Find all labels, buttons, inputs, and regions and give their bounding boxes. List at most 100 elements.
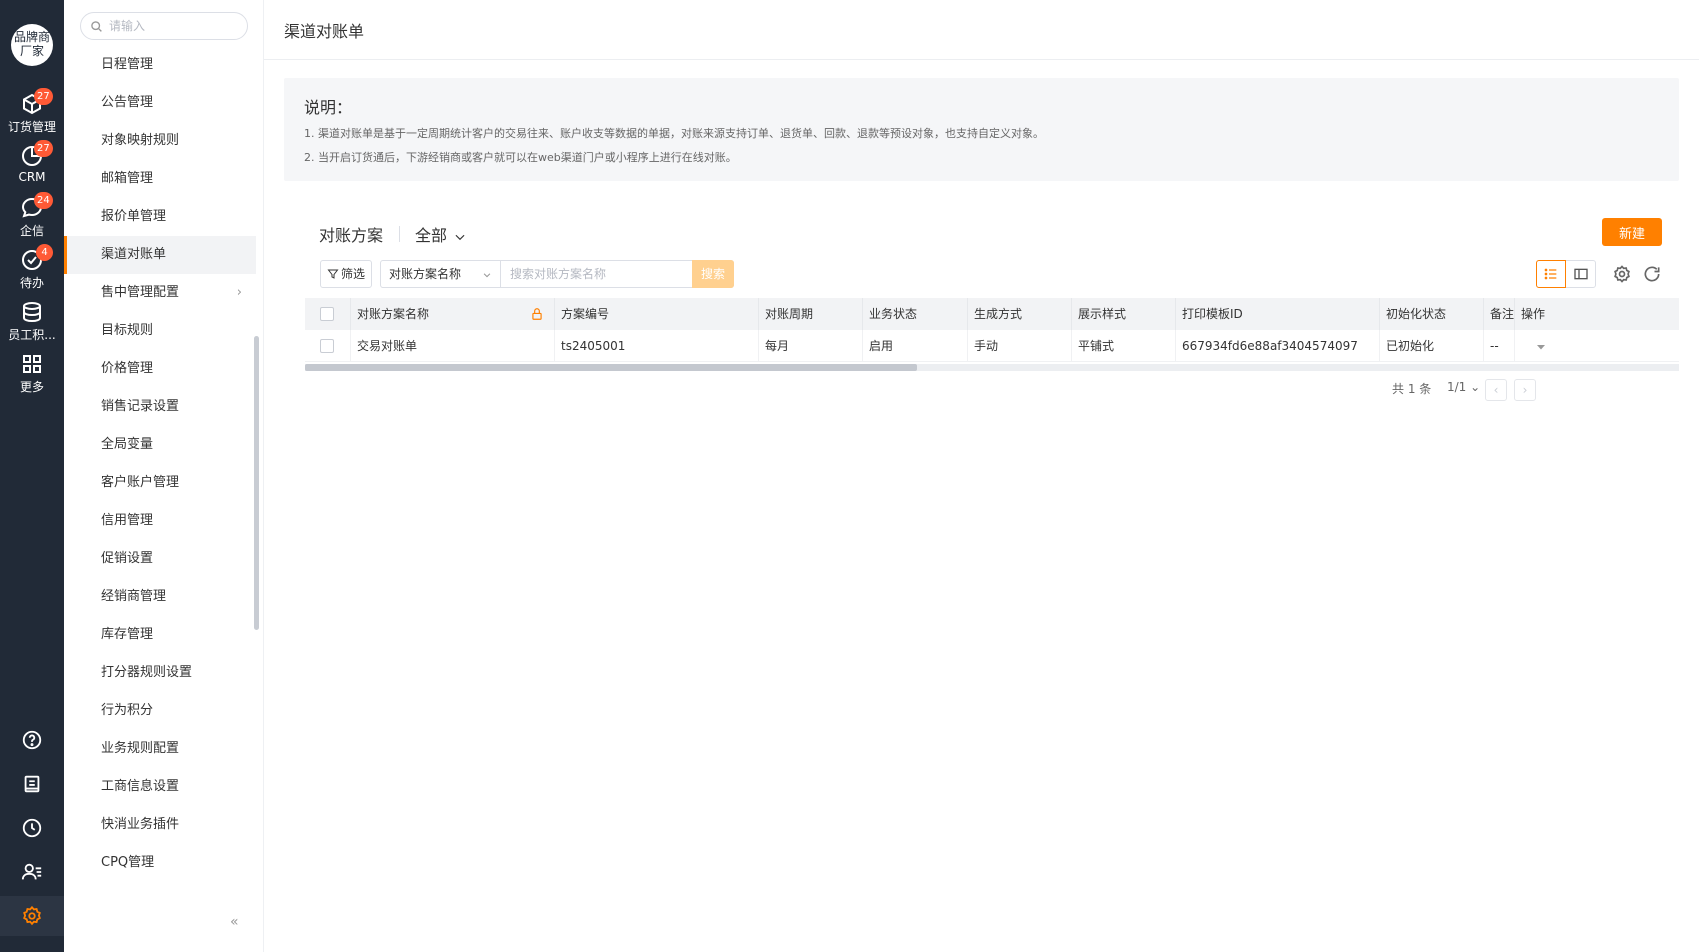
next-page-button[interactable]: › [1514,379,1536,401]
menu-item-behavior-points[interactable]: 行为积分 [64,692,256,730]
pager-total: 共 1 条 [1392,382,1432,396]
prev-page-button[interactable]: ‹ [1485,379,1507,401]
menu-item-label: 目标规则 [101,323,154,338]
column-header[interactable]: 备注 [1484,298,1515,330]
view-toggle [1536,260,1596,288]
note-title: 说明： [304,98,353,117]
column-header[interactable]: 对账方案名称 [351,298,555,330]
column-header[interactable]: 初始化状态 [1380,298,1484,330]
list-view-button[interactable] [1536,260,1566,288]
menu-scrollbar[interactable] [254,336,259,630]
rail-label-crm: CRM [18,170,46,184]
divider [264,59,1699,60]
filter-label: 筛选 [340,267,365,281]
column-header-label: 对账方案名称 [357,307,430,321]
message-badge: 24 [34,192,53,209]
brand-logo[interactable]: 品牌商 厂家 [11,24,53,66]
column-header[interactable]: 业务状态 [863,298,968,330]
rail-item-more[interactable]: 更多 [0,352,64,395]
section-title: 对账方案 [319,226,384,245]
rail-item-crm[interactable]: 27 CRM [0,140,64,184]
rail-item-points[interactable]: 员工积... [0,300,64,343]
menu-item-promotion[interactable]: 促销设置 [64,540,256,578]
select-all-checkbox[interactable] [320,307,334,321]
caret-down-icon[interactable] [1535,341,1547,353]
collapse-menu-icon[interactable]: « [230,914,239,930]
contacts-button[interactable] [0,852,64,892]
filter-icon [327,269,339,279]
column-header[interactable]: 生成方式 [968,298,1072,330]
chevron-down-icon: ⌄ [1470,380,1481,394]
column-header[interactable]: 展示样式 [1072,298,1176,330]
filter-button[interactable]: 筛选 [320,260,372,288]
history-button[interactable] [0,808,64,848]
menu-item-price[interactable]: 价格管理 [64,350,256,388]
notebook-button[interactable] [0,764,64,804]
menu-item-customer-account[interactable]: 客户账户管理 [64,464,256,502]
horizontal-scrollbar[interactable] [305,364,1679,371]
menu-item-cpq[interactable]: CPQ管理 [64,844,256,882]
new-button[interactable]: 新建 [1602,218,1662,246]
menu-item-inventory[interactable]: 库存管理 [64,616,256,654]
menu-item-object-mapping[interactable]: 对象映射规则 [64,122,256,160]
menu-item-label: 对象映射规则 [101,133,180,148]
menu-item-dealer[interactable]: 经销商管理 [64,578,256,616]
menu-item-sales-record[interactable]: 销售记录设置 [64,388,256,426]
help-button[interactable] [0,720,64,760]
menu-item-scorer-rules[interactable]: 打分器规则设置 [64,654,256,692]
search-input[interactable] [501,261,689,287]
rail-label-todo: 待办 [19,276,44,290]
table-header: 对账方案名称 方案编号 对账周期 业务状态 生成方式 展示样式 打印模板ID 初… [305,298,1679,330]
rail-item-message[interactable]: 24 企信 [0,192,64,239]
table-cell: 手动 [968,330,1072,362]
row-actions[interactable] [1515,330,1679,362]
notebook-icon [24,775,40,793]
scheme-name-link[interactable]: 交易对账单 [351,330,555,362]
menu-search-input[interactable] [109,17,239,35]
menu-item-schedule[interactable]: 日程管理 [64,46,256,84]
menu-item-business-info[interactable]: 工商信息设置 [64,768,256,806]
menu-item-in-sale-config[interactable]: 售中管理配置 › [64,274,256,312]
database-icon [23,302,41,323]
rail-item-todo[interactable]: 4 待办 [0,244,64,291]
menu-item-label: 行为积分 [101,703,154,718]
menu-item-mailbox[interactable]: 邮箱管理 [64,160,256,198]
table-cell: -- [1484,330,1515,362]
menu-item-target-rules[interactable]: 目标规则 [64,312,256,350]
scheme-scope-dropdown[interactable]: 全部 [415,222,467,246]
rail-item-order[interactable]: 27 订货管理 [0,88,64,135]
menu-search[interactable] [80,12,248,40]
divider [399,226,400,242]
note-line-1: 1. 渠道对账单是基于一定周期统计客户的交易往来、账户收支等数据的单据，对账来源… [304,127,1044,140]
menu-item-channel-statement[interactable]: 渠道对账单 [64,236,256,274]
chevron-right-icon: › [1522,383,1528,397]
scheme-scope-value: 全部 [415,226,448,245]
menu-item-label: 快消业务插件 [101,817,180,832]
menu-item-global-variable[interactable]: 全局变量 [64,426,256,464]
scrollbar-thumb[interactable] [305,364,917,371]
page-select[interactable]: 1/1 ⌄ [1447,380,1480,394]
column-header[interactable]: 打印模板ID [1176,298,1380,330]
order-badge: 27 [34,88,53,105]
table-row[interactable]: 交易对账单 ts2405001 每月 启用 手动 平铺式 667934fd6e8… [305,330,1679,362]
menu-item-business-rules[interactable]: 业务规则配置 [64,730,256,768]
split-view-button[interactable] [1566,260,1596,288]
settings-icon[interactable] [1612,264,1632,284]
settings-button[interactable] [0,896,64,936]
search-icon [91,21,102,32]
menu-item-label: 库存管理 [101,627,154,642]
menu-item-announcement[interactable]: 公告管理 [64,84,256,122]
column-header[interactable]: 方案编号 [555,298,759,330]
column-header[interactable]: 对账周期 [759,298,863,330]
rail-label-order: 订货管理 [7,120,56,134]
rail-label-more: 更多 [19,380,44,394]
menu-item-label: 工商信息设置 [101,779,180,794]
menu-item-credit[interactable]: 信用管理 [64,502,256,540]
refresh-icon[interactable] [1642,264,1662,284]
menu-item-fmcg-plugin[interactable]: 快消业务插件 [64,806,256,844]
search-button[interactable]: 搜索 [692,260,734,288]
row-checkbox[interactable] [320,339,334,353]
menu-item-quote[interactable]: 报价单管理 [64,198,256,236]
search-field-select[interactable]: 对账方案名称 [381,261,501,287]
info-note: 说明： 1. 渠道对账单是基于一定周期统计客户的交易往来、账户收支等数据的单据，… [284,78,1679,181]
